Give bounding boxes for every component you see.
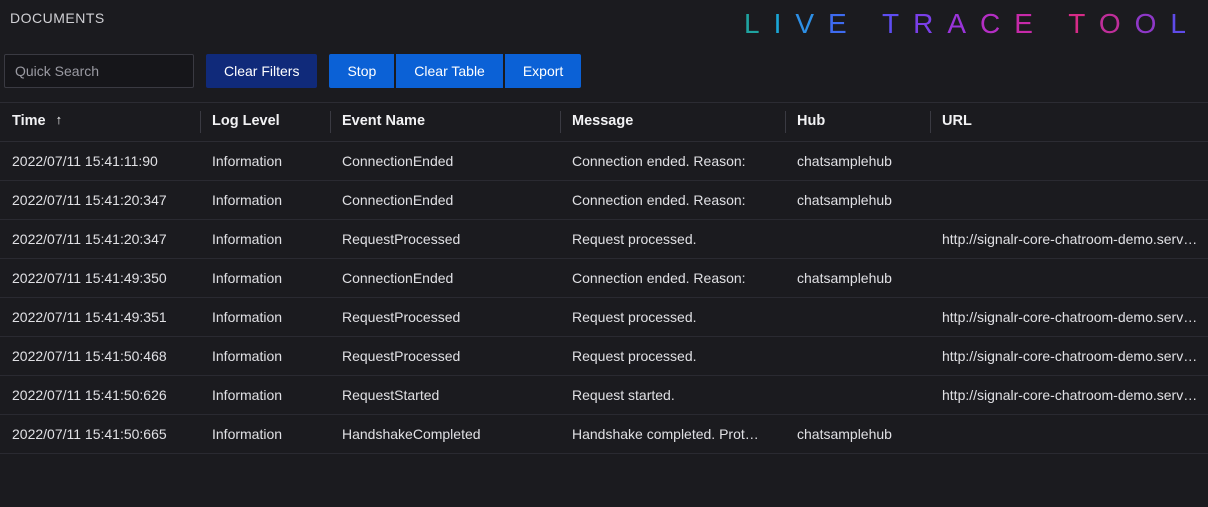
cell-time: 2022/07/11 15:41:50:468: [0, 337, 200, 376]
cell-log-level: Information: [200, 259, 330, 298]
cell-hub: chatsamplehub: [785, 181, 930, 220]
cell-event-name: ConnectionEnded: [330, 259, 560, 298]
clear-table-button[interactable]: Clear Table: [396, 54, 503, 88]
table-row[interactable]: 2022/07/11 15:41:49:350InformationConnec…: [0, 259, 1208, 298]
cell-url: http://signalr-core-chatroom-demo.servic…: [930, 298, 1208, 337]
cell-log-level: Information: [200, 298, 330, 337]
cell-url: http://signalr-core-chatroom-demo.servic…: [930, 220, 1208, 259]
cell-url: [930, 142, 1208, 181]
cell-message: Request processed.: [560, 298, 785, 337]
cell-hub: chatsamplehub: [785, 259, 930, 298]
toolbar: Clear Filters Stop Clear Table Export: [0, 48, 1208, 102]
export-button[interactable]: Export: [505, 54, 581, 88]
cell-log-level: Information: [200, 142, 330, 181]
cell-url: http://signalr-core-chatroom-demo.servic…: [930, 376, 1208, 415]
cell-time: 2022/07/11 15:41:49:351: [0, 298, 200, 337]
cell-time: 2022/07/11 15:41:50:626: [0, 376, 200, 415]
cell-message: Request started.: [560, 376, 785, 415]
table-header-row: Time ↑ Log Level Event Name Message Hub …: [0, 103, 1208, 142]
cell-hub: [785, 298, 930, 337]
cell-event-name: RequestProcessed: [330, 298, 560, 337]
table-row[interactable]: 2022/07/11 15:41:50:468InformationReques…: [0, 337, 1208, 376]
cell-log-level: Information: [200, 376, 330, 415]
clear-filters-button[interactable]: Clear Filters: [206, 54, 317, 88]
sort-ascending-icon: ↑: [56, 112, 63, 127]
cell-url: [930, 181, 1208, 220]
cell-log-level: Information: [200, 181, 330, 220]
cell-event-name: ConnectionEnded: [330, 181, 560, 220]
cell-time: 2022/07/11 15:41:50:665: [0, 415, 200, 454]
cell-hub: [785, 376, 930, 415]
cell-hub: chatsamplehub: [785, 142, 930, 181]
table-row[interactable]: 2022/07/11 15:41:49:351InformationReques…: [0, 298, 1208, 337]
col-header-message[interactable]: Message: [560, 103, 785, 142]
cell-log-level: Information: [200, 220, 330, 259]
log-table: Time ↑ Log Level Event Name Message Hub …: [0, 102, 1208, 454]
cell-message: Connection ended. Reason:: [560, 142, 785, 181]
action-button-group: Stop Clear Table Export: [329, 54, 581, 88]
col-header-time[interactable]: Time ↑: [0, 103, 200, 142]
cell-hub: [785, 337, 930, 376]
cell-log-level: Information: [200, 337, 330, 376]
cell-time: 2022/07/11 15:41:20:347: [0, 181, 200, 220]
cell-message: Connection ended. Reason:: [560, 259, 785, 298]
page-title: DOCUMENTS: [8, 8, 105, 26]
brand-title: LIVE TRACE TOOL: [744, 8, 1200, 40]
cell-event-name: RequestProcessed: [330, 220, 560, 259]
cell-event-name: RequestProcessed: [330, 337, 560, 376]
col-header-log-level[interactable]: Log Level: [200, 103, 330, 142]
cell-time: 2022/07/11 15:41:11:90: [0, 142, 200, 181]
col-header-url[interactable]: URL: [930, 103, 1208, 142]
cell-time: 2022/07/11 15:41:49:350: [0, 259, 200, 298]
cell-hub: [785, 220, 930, 259]
table-row[interactable]: 2022/07/11 15:41:20:347InformationReques…: [0, 220, 1208, 259]
cell-message: Connection ended. Reason:: [560, 181, 785, 220]
cell-url: http://signalr-core-chatroom-demo.servic…: [930, 337, 1208, 376]
cell-event-name: HandshakeCompleted: [330, 415, 560, 454]
table-row[interactable]: 2022/07/11 15:41:11:90InformationConnect…: [0, 142, 1208, 181]
cell-event-name: RequestStarted: [330, 376, 560, 415]
col-header-hub[interactable]: Hub: [785, 103, 930, 142]
cell-event-name: ConnectionEnded: [330, 142, 560, 181]
cell-hub: chatsamplehub: [785, 415, 930, 454]
col-header-label: Time: [12, 113, 46, 129]
cell-message: Request processed.: [560, 337, 785, 376]
stop-button[interactable]: Stop: [329, 54, 394, 88]
search-input[interactable]: [4, 54, 194, 88]
table-row[interactable]: 2022/07/11 15:41:20:347InformationConnec…: [0, 181, 1208, 220]
cell-url: [930, 415, 1208, 454]
cell-message: Request processed.: [560, 220, 785, 259]
cell-log-level: Information: [200, 415, 330, 454]
table-row[interactable]: 2022/07/11 15:41:50:665InformationHandsh…: [0, 415, 1208, 454]
col-header-event-name[interactable]: Event Name: [330, 103, 560, 142]
cell-time: 2022/07/11 15:41:20:347: [0, 220, 200, 259]
cell-message: Handshake completed. Prot…: [560, 415, 785, 454]
cell-url: [930, 259, 1208, 298]
table-row[interactable]: 2022/07/11 15:41:50:626InformationReques…: [0, 376, 1208, 415]
